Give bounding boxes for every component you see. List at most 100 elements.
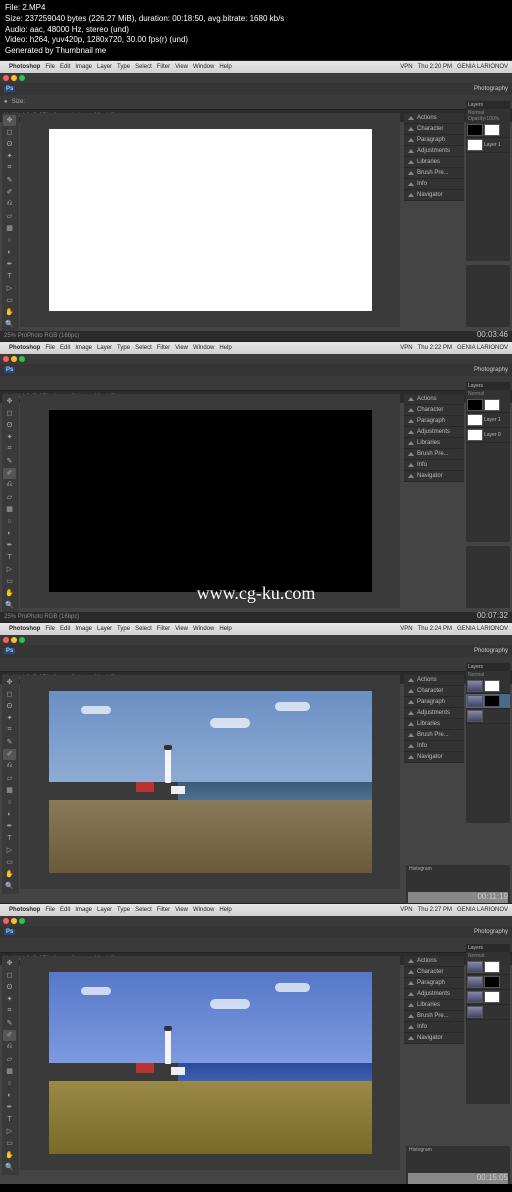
- panel-item[interactable]: Brush Pre...: [404, 1011, 464, 1022]
- gradient-tool[interactable]: ▦: [3, 785, 16, 796]
- crop-tool[interactable]: ⌗: [3, 163, 16, 174]
- shape-tool[interactable]: ▭: [3, 1138, 16, 1149]
- marquee-tool[interactable]: ◻: [3, 408, 16, 419]
- panel-item[interactable]: Character: [404, 686, 464, 697]
- text-tool[interactable]: T: [3, 552, 16, 563]
- maximize-dot[interactable]: [19, 75, 25, 81]
- panel-item[interactable]: Adjustments: [404, 427, 464, 438]
- app-name[interactable]: Photoshop: [9, 345, 40, 351]
- move-tool[interactable]: ✥: [3, 677, 16, 688]
- opt-size[interactable]: Size:: [12, 99, 25, 105]
- layer-row[interactable]: [466, 123, 510, 138]
- mac-menu[interactable]: Filter: [157, 345, 170, 351]
- layer-row[interactable]: [466, 960, 510, 975]
- crop-tool[interactable]: ⌗: [3, 725, 16, 736]
- mac-menu[interactable]: View: [175, 907, 188, 913]
- mac-menu[interactable]: Select: [135, 907, 152, 913]
- tool-preset[interactable]: ●: [4, 99, 8, 105]
- text-tool[interactable]: T: [3, 833, 16, 844]
- layer-row[interactable]: Layer 0: [466, 428, 510, 443]
- mac-menu[interactable]: Filter: [157, 907, 170, 913]
- canvas-area[interactable]: [20, 675, 400, 889]
- zoom-level[interactable]: 25%: [4, 614, 16, 620]
- path-tool[interactable]: ▷: [3, 845, 16, 856]
- mac-menu[interactable]: Select: [135, 626, 152, 632]
- eyedropper-tool[interactable]: ✎: [3, 456, 16, 467]
- eyedropper-tool[interactable]: ✎: [3, 737, 16, 748]
- lasso-tool[interactable]: ʘ: [3, 982, 16, 993]
- maximize-dot[interactable]: [19, 356, 25, 362]
- layer-row[interactable]: Layer 1: [466, 413, 510, 428]
- panel-item[interactable]: Adjustments: [404, 708, 464, 719]
- mac-menu[interactable]: Type: [117, 64, 130, 70]
- mac-menu[interactable]: View: [175, 345, 188, 351]
- shape-tool[interactable]: ▭: [3, 295, 16, 306]
- zoom-tool[interactable]: 🔍: [3, 319, 16, 330]
- eraser-tool[interactable]: ▱: [3, 773, 16, 784]
- panel-item[interactable]: Info: [404, 460, 464, 471]
- canvas-white[interactable]: [49, 129, 372, 311]
- panel-item[interactable]: Info: [404, 741, 464, 752]
- wand-tool[interactable]: ✦: [3, 432, 16, 443]
- path-tool[interactable]: ▷: [3, 283, 16, 294]
- wand-tool[interactable]: ✦: [3, 994, 16, 1005]
- mac-menu[interactable]: File: [45, 345, 55, 351]
- pen-tool[interactable]: ✒: [3, 259, 16, 270]
- mac-menu[interactable]: Image: [75, 626, 92, 632]
- layer-row[interactable]: [466, 709, 510, 724]
- mac-menu[interactable]: Image: [75, 345, 92, 351]
- panel-item[interactable]: Navigator: [404, 1033, 464, 1044]
- text-tool[interactable]: T: [3, 1114, 16, 1125]
- crop-tool[interactable]: ⌗: [3, 1006, 16, 1017]
- hand-tool[interactable]: ✋: [3, 588, 16, 599]
- panel-item[interactable]: Paragraph: [404, 697, 464, 708]
- hand-tool[interactable]: ✋: [3, 1150, 16, 1161]
- lighthouse-photo-saturated[interactable]: [49, 972, 372, 1154]
- workspace-label[interactable]: Photography: [474, 367, 508, 373]
- mac-menu[interactable]: Filter: [157, 64, 170, 70]
- brush-tool[interactable]: ✐: [3, 468, 16, 479]
- layer-row[interactable]: [466, 694, 510, 709]
- eraser-tool[interactable]: ▱: [3, 492, 16, 503]
- blur-tool[interactable]: ○: [3, 1078, 16, 1089]
- move-tool[interactable]: ✥: [3, 115, 16, 126]
- brush-tool[interactable]: ✐: [3, 1030, 16, 1041]
- panel-item[interactable]: Actions: [404, 394, 464, 405]
- panel-item[interactable]: Brush Pre...: [404, 449, 464, 460]
- dodge-tool[interactable]: ◐: [3, 247, 16, 258]
- mac-menu[interactable]: Layer: [97, 345, 112, 351]
- panel-item[interactable]: Brush Pre...: [404, 168, 464, 179]
- layer-row[interactable]: [466, 398, 510, 413]
- close-dot[interactable]: [3, 918, 9, 924]
- mac-menu[interactable]: Layer: [97, 64, 112, 70]
- workspace-label[interactable]: Photography: [474, 86, 508, 92]
- stamp-tool[interactable]: ⎌: [3, 199, 16, 210]
- lasso-tool[interactable]: ʘ: [3, 420, 16, 431]
- canvas-area[interactable]: [20, 113, 400, 327]
- mac-menu[interactable]: Help: [219, 345, 231, 351]
- panel-item[interactable]: Character: [404, 967, 464, 978]
- mac-menu[interactable]: Type: [117, 907, 130, 913]
- mac-menu[interactable]: Edit: [60, 907, 70, 913]
- panel-item[interactable]: Libraries: [404, 1000, 464, 1011]
- brush-tool[interactable]: ✐: [3, 749, 16, 760]
- panel-item[interactable]: Adjustments: [404, 146, 464, 157]
- mac-menu[interactable]: Filter: [157, 626, 170, 632]
- panel-item[interactable]: Adjustments: [404, 989, 464, 1000]
- mac-menu[interactable]: Window: [193, 626, 214, 632]
- maximize-dot[interactable]: [19, 918, 25, 924]
- blur-tool[interactable]: ○: [3, 797, 16, 808]
- app-name[interactable]: Photoshop: [9, 626, 40, 632]
- dodge-tool[interactable]: ◐: [3, 528, 16, 539]
- gradient-tool[interactable]: ▦: [3, 223, 16, 234]
- minimize-dot[interactable]: [11, 918, 17, 924]
- wand-tool[interactable]: ✦: [3, 713, 16, 724]
- mac-menu[interactable]: Select: [135, 64, 152, 70]
- panel-item[interactable]: Libraries: [404, 719, 464, 730]
- panel-item[interactable]: Actions: [404, 956, 464, 967]
- pen-tool[interactable]: ✒: [3, 821, 16, 832]
- blur-tool[interactable]: ○: [3, 516, 16, 527]
- stamp-tool[interactable]: ⎌: [3, 1042, 16, 1053]
- mac-menu[interactable]: Image: [75, 64, 92, 70]
- eraser-tool[interactable]: ▱: [3, 211, 16, 222]
